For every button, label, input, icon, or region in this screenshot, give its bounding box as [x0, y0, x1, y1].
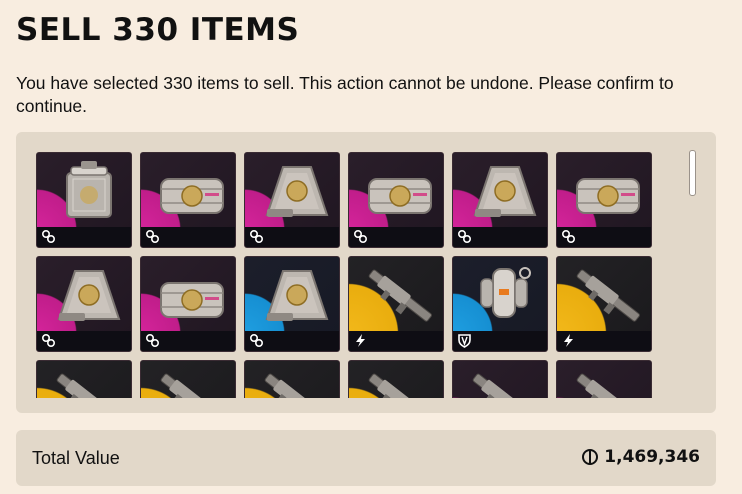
item-footer	[37, 227, 131, 247]
item-tile[interactable]	[556, 256, 652, 352]
prism-image	[469, 159, 539, 225]
item-footer	[557, 331, 651, 351]
key-icon	[145, 229, 160, 244]
total-value-bar: Total Value 1,469,346	[16, 430, 716, 486]
item-footer	[141, 227, 235, 247]
lightning-icon	[353, 333, 368, 348]
crate-image	[157, 159, 227, 225]
key-icon	[41, 229, 56, 244]
prism-image	[53, 263, 123, 329]
dialog-description: You have selected 330 items to sell. Thi…	[16, 73, 674, 116]
crate-image	[157, 263, 227, 329]
key-icon	[249, 229, 264, 244]
item-footer	[453, 331, 547, 351]
key-icon	[561, 229, 576, 244]
item-tile[interactable]	[244, 256, 340, 352]
dialog-title: SELL 330 ITEMS	[16, 12, 300, 48]
key-icon	[41, 333, 56, 348]
item-tile[interactable]	[140, 360, 236, 398]
weapon-image	[365, 367, 435, 398]
item-footer	[453, 227, 547, 247]
item-tile[interactable]	[452, 256, 548, 352]
prism-image	[261, 263, 331, 329]
key-icon	[457, 229, 472, 244]
weapon-image	[469, 367, 539, 398]
item-footer	[557, 227, 651, 247]
item-footer	[349, 331, 443, 351]
weapon-image	[573, 263, 643, 329]
item-tile[interactable]	[36, 152, 132, 248]
weapon-image	[157, 367, 227, 398]
total-value: 1,469,346	[582, 447, 700, 467]
item-footer	[245, 227, 339, 247]
shield-icon	[457, 333, 472, 348]
jetpack-image	[469, 263, 539, 329]
box-image	[53, 159, 123, 225]
lightning-icon	[561, 333, 576, 348]
item-tile[interactable]	[244, 360, 340, 398]
item-footer	[141, 331, 235, 351]
prism-image	[261, 159, 331, 225]
item-tile[interactable]	[348, 256, 444, 352]
items-grid	[36, 152, 676, 398]
item-tile[interactable]	[452, 360, 548, 398]
weapon-image	[573, 367, 643, 398]
items-panel[interactable]	[16, 132, 716, 413]
item-tile[interactable]	[452, 152, 548, 248]
item-tile[interactable]	[348, 360, 444, 398]
weapon-image	[365, 263, 435, 329]
item-footer	[37, 331, 131, 351]
item-tile[interactable]	[556, 152, 652, 248]
crate-image	[365, 159, 435, 225]
coin-icon	[582, 449, 599, 465]
item-footer	[245, 331, 339, 351]
items-viewport	[36, 152, 676, 398]
total-value-label: Total Value	[32, 448, 120, 468]
weapon-image	[261, 367, 331, 398]
key-icon	[353, 229, 368, 244]
item-tile[interactable]	[556, 360, 652, 398]
item-tile[interactable]	[36, 256, 132, 352]
weapon-image	[53, 367, 123, 398]
item-tile[interactable]	[36, 360, 132, 398]
item-footer	[349, 227, 443, 247]
item-tile[interactable]	[140, 152, 236, 248]
item-tile[interactable]	[348, 152, 444, 248]
key-icon	[145, 333, 160, 348]
key-icon	[249, 333, 264, 348]
item-tile[interactable]	[244, 152, 340, 248]
scrollbar-thumb[interactable]	[689, 150, 696, 196]
total-value-amount: 1,469,346	[604, 447, 700, 467]
crate-image	[573, 159, 643, 225]
item-tile[interactable]	[140, 256, 236, 352]
